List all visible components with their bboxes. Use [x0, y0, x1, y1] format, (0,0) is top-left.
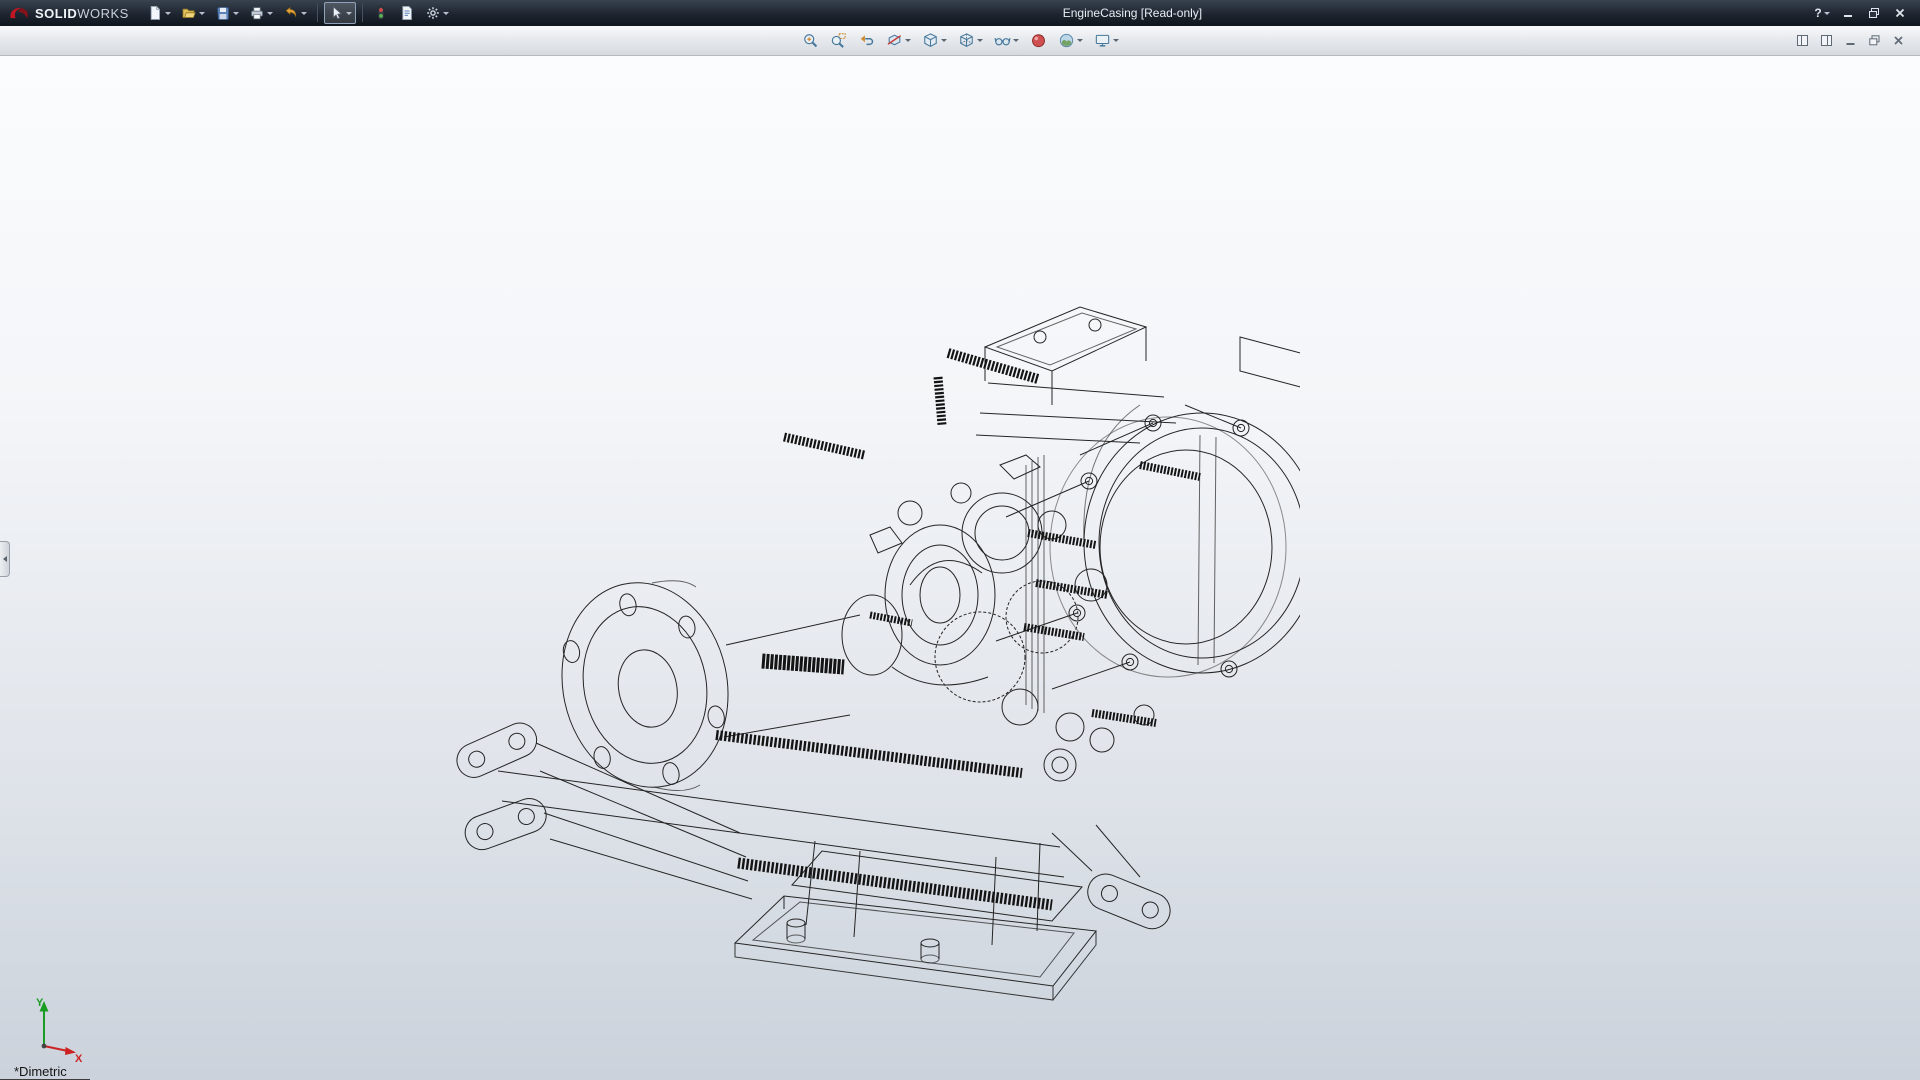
panel-collapse-tab[interactable]: [0, 541, 10, 577]
select-button[interactable]: [324, 2, 356, 24]
view-settings-monitor-icon: [1094, 32, 1111, 49]
toolbar-separator: [317, 4, 318, 22]
close-icon: [1892, 34, 1905, 47]
ds-swoosh-icon: [8, 6, 30, 21]
app-name-bold: SOLID: [35, 6, 77, 21]
section-view-button[interactable]: [882, 29, 915, 53]
y-axis-label: Y: [36, 997, 44, 1009]
dropdown-caret-icon: [941, 39, 947, 42]
document-window-controls: [1793, 26, 1908, 55]
new-document-button[interactable]: [143, 2, 175, 24]
minimize-icon: [1842, 7, 1854, 19]
options-gear-icon: [425, 5, 441, 21]
app-name-light: WORKS: [77, 6, 129, 21]
file-properties-icon: [399, 5, 415, 21]
dropdown-caret-icon: [1824, 12, 1830, 15]
zoom-to-area-icon: [830, 32, 847, 49]
save-floppy-icon: [215, 5, 231, 21]
print-icon: [249, 5, 265, 21]
dropdown-caret-icon: [346, 12, 352, 15]
dropdown-caret-icon: [905, 39, 911, 42]
dropdown-caret-icon: [199, 12, 205, 15]
engine-casing-wireframe[interactable]: [440, 285, 1300, 1005]
help-button[interactable]: ?: [1812, 4, 1832, 22]
dropdown-caret-icon: [301, 12, 307, 15]
dropdown-caret-icon: [977, 39, 983, 42]
solidworks-window: SOLIDWORKS: [0, 0, 1920, 1080]
document-title: EngineCasing [Read-only]: [453, 6, 1812, 20]
dropdown-caret-icon: [267, 12, 273, 15]
view-settings-button[interactable]: [1090, 29, 1123, 53]
dropdown-caret-icon: [233, 12, 239, 15]
pane-left-button[interactable]: [1793, 32, 1812, 49]
minimize-document-button[interactable]: [1841, 32, 1860, 49]
orientation-triad[interactable]: Y X: [14, 992, 86, 1064]
app-name: SOLIDWORKS: [35, 6, 129, 21]
rebuild-button[interactable]: [369, 2, 393, 24]
restore-window-button[interactable]: [1864, 4, 1884, 22]
undo-button[interactable]: [279, 2, 311, 24]
new-document-icon: [147, 5, 163, 21]
edit-appearance-button[interactable]: [1026, 29, 1051, 53]
previous-view-button[interactable]: [854, 29, 879, 53]
view-orientation-button[interactable]: [918, 29, 951, 53]
undo-arrow-icon: [283, 5, 299, 21]
appearance-ball-icon: [1030, 32, 1047, 49]
heads-up-row: [0, 26, 1920, 56]
eyeglasses-icon: [994, 32, 1011, 49]
display-style-button[interactable]: [954, 29, 987, 53]
restore-icon: [1868, 7, 1880, 19]
solidworks-logo: SOLIDWORKS: [8, 6, 143, 21]
chevron-left-icon: [3, 556, 7, 562]
hide-show-items-button[interactable]: [990, 29, 1023, 53]
help-glyph: ?: [1814, 6, 1821, 20]
menu-bar-toolbar: [143, 2, 453, 24]
previous-view-icon: [858, 32, 875, 49]
display-style-cube-icon: [958, 32, 975, 49]
restore-document-button[interactable]: [1865, 32, 1884, 49]
apply-scene-button[interactable]: [1054, 29, 1087, 53]
dropdown-caret-icon: [443, 12, 449, 15]
view-orientation-cube-icon: [922, 32, 939, 49]
close-icon: [1894, 7, 1906, 19]
graphics-area[interactable]: Y X *Dimetric: [0, 56, 1920, 1080]
scene-sphere-icon: [1058, 32, 1075, 49]
heads-up-view-toolbar: [798, 29, 1123, 53]
pane-right-button[interactable]: [1817, 32, 1836, 49]
x-axis-label: X: [75, 1053, 83, 1064]
dropdown-caret-icon: [1113, 39, 1119, 42]
section-view-icon: [886, 32, 903, 49]
select-arrow-icon: [328, 5, 344, 21]
open-folder-icon: [181, 5, 197, 21]
zoom-to-area-button[interactable]: [826, 29, 851, 53]
dropdown-caret-icon: [1077, 39, 1083, 42]
minimize-window-button[interactable]: [1838, 4, 1858, 22]
print-button[interactable]: [245, 2, 277, 24]
dropdown-caret-icon: [165, 12, 171, 15]
minimize-icon: [1844, 34, 1857, 47]
view-orientation-label: *Dimetric: [14, 1064, 67, 1079]
window-controls: ?: [1812, 4, 1914, 22]
zoom-to-fit-button[interactable]: [798, 29, 823, 53]
close-window-button[interactable]: [1890, 4, 1910, 22]
close-document-button[interactable]: [1889, 32, 1908, 49]
file-properties-button[interactable]: [395, 2, 419, 24]
save-button[interactable]: [211, 2, 243, 24]
pane-left-icon: [1796, 34, 1809, 47]
dropdown-caret-icon: [1013, 39, 1019, 42]
toolbar-separator: [362, 4, 363, 22]
options-button[interactable]: [421, 2, 453, 24]
rebuild-traffic-light-icon: [373, 5, 389, 21]
pane-right-icon: [1820, 34, 1833, 47]
restore-icon: [1868, 34, 1881, 47]
titlebar: SOLIDWORKS: [0, 0, 1920, 26]
open-button[interactable]: [177, 2, 209, 24]
zoom-to-fit-icon: [802, 32, 819, 49]
